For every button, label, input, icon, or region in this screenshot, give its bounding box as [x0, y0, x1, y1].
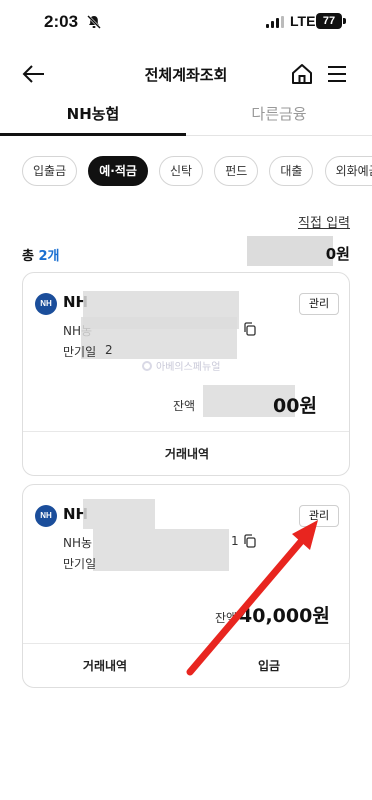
transaction-history-button[interactable]: 거래내역 — [23, 432, 351, 476]
page-title: 전체계좌조회 — [144, 66, 228, 84]
chip-foreign-deposit[interactable]: 외화예금 — [324, 156, 372, 186]
copy-icon[interactable] — [243, 322, 257, 336]
account-card: NH NH 관리 NH농 만기일 2 잔액 00원 거래내역 — [22, 272, 350, 476]
battery-tip — [343, 18, 346, 24]
transaction-history-button[interactable]: 거래내역 — [23, 644, 187, 688]
total-count-label: 총 2개 — [22, 249, 60, 264]
total-amount-unit: 0원 — [325, 245, 350, 263]
maturity-label: 만기일 — [63, 557, 97, 571]
account-number-tail: 1 — [231, 534, 239, 548]
chip-deposit-withdrawal[interactable]: 입출금 — [22, 156, 78, 186]
tab-nh[interactable]: NH농협 — [0, 96, 186, 136]
maturity-label: 만기일 — [63, 345, 97, 359]
balance-label: 잔액 — [215, 611, 238, 625]
chip-fund[interactable]: 펀드 — [214, 156, 259, 186]
redacted-account-number — [93, 529, 229, 571]
chip-savings[interactable]: 예·적금 — [88, 156, 148, 186]
redacted-account-name — [83, 499, 155, 529]
balance-label: 잔액 — [173, 399, 196, 413]
maturity-date: 2 — [105, 343, 113, 357]
manage-button[interactable]: 관리 — [299, 505, 339, 527]
chip-loan[interactable]: 대출 — [269, 156, 314, 186]
direct-input-link[interactable]: 직접 입력 — [298, 212, 350, 231]
balance-amount: 00원 — [273, 395, 317, 417]
balance-amount: 40,000원 — [239, 605, 330, 627]
status-bar: 2:03 LTE 77 — [0, 0, 372, 46]
redacted-total-amount — [247, 236, 333, 266]
network-type: LTE — [290, 13, 316, 29]
watermark: 아베의스페뉴얼 — [142, 358, 220, 373]
account-card: NH NH 관리 NH농 1 만기일 잔액 40,000원 거래내역 입금 — [22, 484, 350, 688]
main-tabs: NH농협 다른금융 — [0, 96, 372, 136]
nh-bank-logo-icon: NH — [35, 505, 57, 527]
bell-off-icon — [87, 15, 101, 29]
category-chips: 입출금 예·적금 신탁 펀드 대출 외화예금 — [22, 156, 372, 188]
nh-bank-logo-icon: NH — [35, 293, 57, 315]
home-icon[interactable] — [290, 62, 314, 86]
deposit-button[interactable]: 입금 — [187, 644, 351, 688]
watermark-icon — [142, 361, 152, 371]
status-time: 2:03 — [44, 12, 79, 31]
copy-icon[interactable] — [243, 534, 257, 548]
manage-button[interactable]: 관리 — [299, 293, 339, 315]
hamburger-menu-icon[interactable] — [326, 63, 348, 85]
chip-trust[interactable]: 신탁 — [159, 156, 204, 186]
app-header: 전체계좌조회 — [0, 50, 372, 98]
signal-icon — [266, 16, 284, 28]
tab-other-finance[interactable]: 다른금융 — [186, 96, 372, 136]
summary-row: 총 2개 0원 — [22, 236, 350, 266]
battery-icon: 77 — [316, 13, 342, 29]
account-number: NH농 — [63, 536, 93, 550]
